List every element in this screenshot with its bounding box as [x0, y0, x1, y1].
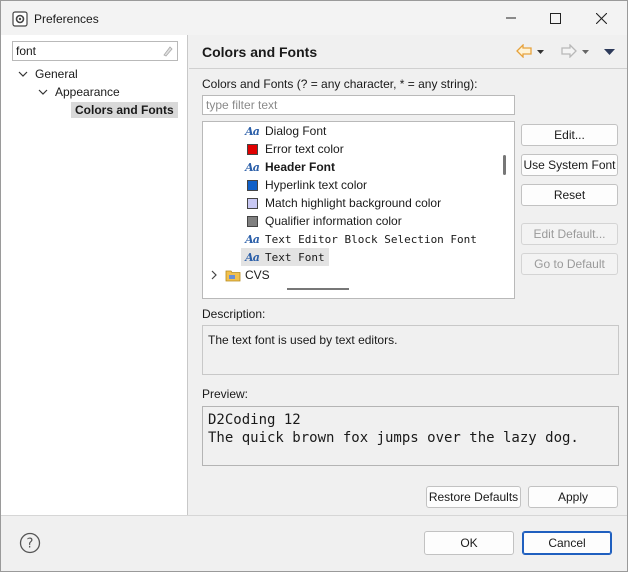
- description-text: The text font is used by text editors.: [208, 333, 398, 347]
- apply-button[interactable]: Apply: [528, 486, 618, 508]
- tree-item-colors-and-fonts[interactable]: Colors and Fonts: [71, 101, 178, 119]
- color-font-item-label: Header Font: [265, 160, 336, 174]
- tree-item-cvs[interactable]: CVS: [209, 266, 270, 284]
- color-font-item-label: Error text color: [265, 142, 344, 156]
- maximize-icon: [549, 12, 561, 24]
- close-window-button[interactable]: [578, 1, 624, 35]
- color-font-item-label: Text Font: [265, 250, 325, 264]
- preference-page: Colors and Fonts Colors and Fonts (? = a…: [189, 35, 627, 515]
- header-separator: [189, 68, 627, 69]
- clear-search-icon[interactable]: [162, 45, 174, 57]
- description-label: Description:: [202, 307, 266, 321]
- color-font-item[interactable]: Aa Text Font: [241, 248, 329, 266]
- preferences-window: Preferences font General Appearance Colo…: [0, 0, 628, 572]
- description-box: The text font is used by text editors.: [202, 325, 619, 375]
- tree-item-appearance-label: Appearance: [55, 85, 120, 99]
- color-font-item-label: Qualifier information color: [265, 214, 402, 228]
- color-swatch: [246, 179, 258, 191]
- preview-label: Preview:: [202, 387, 249, 401]
- help-icon[interactable]: ?: [19, 532, 41, 554]
- reset-button[interactable]: Reset: [521, 184, 618, 206]
- chevron-down-icon[interactable]: [17, 68, 29, 80]
- title-bar: Preferences: [1, 1, 627, 35]
- color-swatch-icon: [245, 196, 259, 210]
- color-font-item[interactable]: Error text color: [245, 140, 344, 158]
- edit-default-button[interactable]: Edit Default...: [521, 223, 618, 245]
- forward-history-dropdown-icon[interactable]: [581, 47, 590, 56]
- edit-button[interactable]: Edit...: [521, 124, 618, 146]
- color-font-item[interactable]: Qualifier information color: [245, 212, 402, 230]
- ok-button[interactable]: OK: [424, 531, 514, 555]
- restore-defaults-button[interactable]: Restore Defaults: [426, 486, 521, 508]
- color-font-item-label: Text Editor Block Selection Font: [265, 232, 477, 246]
- tree-item-appearance[interactable]: Appearance: [37, 83, 120, 101]
- minimize-icon: [506, 17, 516, 19]
- use-system-font-button[interactable]: Use System Font: [521, 154, 618, 176]
- chevron-down-icon[interactable]: [37, 86, 49, 98]
- back-history-dropdown-icon[interactable]: [536, 47, 545, 56]
- filter-caption: Colors and Fonts (? = any character, * =…: [202, 77, 478, 91]
- preview-line-1: D2Coding 12: [208, 412, 301, 428]
- go-to-default-button[interactable]: Go to Default: [521, 253, 618, 275]
- color-font-item-label: Match highlight background color: [265, 196, 442, 210]
- page-navigation: [516, 44, 615, 58]
- search-input[interactable]: font: [12, 41, 178, 61]
- font-icon: Aa: [245, 160, 260, 174]
- color-font-item[interactable]: Match highlight background color: [245, 194, 441, 212]
- color-swatch: [246, 215, 258, 227]
- font-icon: Aa: [245, 250, 260, 264]
- font-icon: Aa: [245, 232, 260, 246]
- minimize-button[interactable]: [488, 1, 534, 35]
- color-swatch-icon: [245, 142, 259, 156]
- color-font-item[interactable]: Hyperlink text color: [245, 176, 367, 194]
- font-icon-glyph: Aa: [245, 232, 260, 246]
- tree-item-cvs-label: CVS: [245, 268, 270, 282]
- preview-box: D2Coding 12 The quick brown fox jumps ove…: [202, 406, 619, 466]
- color-font-item-label: Hyperlink text color: [265, 178, 368, 192]
- back-arrow-icon[interactable]: [516, 44, 532, 58]
- color-swatch-icon: [245, 178, 259, 192]
- color-swatch-icon: [245, 214, 259, 228]
- dialog-footer: ? OK Cancel: [1, 515, 627, 571]
- page-title: Colors and Fonts: [202, 44, 318, 60]
- tree-item-colors-and-fonts-label: Colors and Fonts: [71, 102, 178, 118]
- window-title: Preferences: [34, 12, 99, 26]
- chevron-right-icon[interactable]: [209, 269, 219, 281]
- color-font-item-label: Dialog Font: [265, 124, 327, 138]
- close-icon: [595, 12, 607, 24]
- color-font-item[interactable]: Aa Dialog Font: [245, 122, 326, 140]
- color-swatch: [246, 197, 258, 209]
- colors-fonts-tree[interactable]: Aa Dialog Font Error text color Aa Header Fo…: [202, 121, 515, 299]
- color-font-item[interactable]: Aa Text Editor Block Selection Font: [245, 230, 477, 248]
- search-input-value: font: [16, 44, 37, 58]
- forward-arrow-icon[interactable]: [561, 44, 577, 58]
- color-font-item[interactable]: Aa Header Font: [245, 158, 335, 176]
- filter-placeholder: type filter text: [206, 98, 278, 112]
- filter-input[interactable]: type filter text: [202, 95, 515, 115]
- horizontal-scrollbar[interactable]: [287, 288, 349, 290]
- tree-item-general-label: General: [35, 67, 78, 81]
- preferences-app-icon: [12, 11, 28, 27]
- font-icon: Aa: [245, 124, 260, 138]
- tree-item-general[interactable]: General: [17, 65, 78, 83]
- cancel-button[interactable]: Cancel: [522, 531, 612, 555]
- view-menu-icon[interactable]: [604, 47, 615, 56]
- preference-tree-pane: font General Appearance Colors and Fonts: [1, 35, 188, 515]
- font-icon-glyph: Aa: [245, 124, 260, 138]
- font-icon-glyph: Aa: [245, 250, 260, 264]
- preview-line-2: The quick brown fox jumps over the lazy …: [208, 430, 579, 446]
- svg-text:?: ?: [27, 537, 34, 552]
- vertical-scrollbar[interactable]: [503, 155, 506, 175]
- maximize-button[interactable]: [532, 1, 578, 35]
- color-swatch: [246, 143, 258, 155]
- folder-icon: [225, 270, 241, 282]
- font-icon-glyph: Aa: [245, 160, 260, 174]
